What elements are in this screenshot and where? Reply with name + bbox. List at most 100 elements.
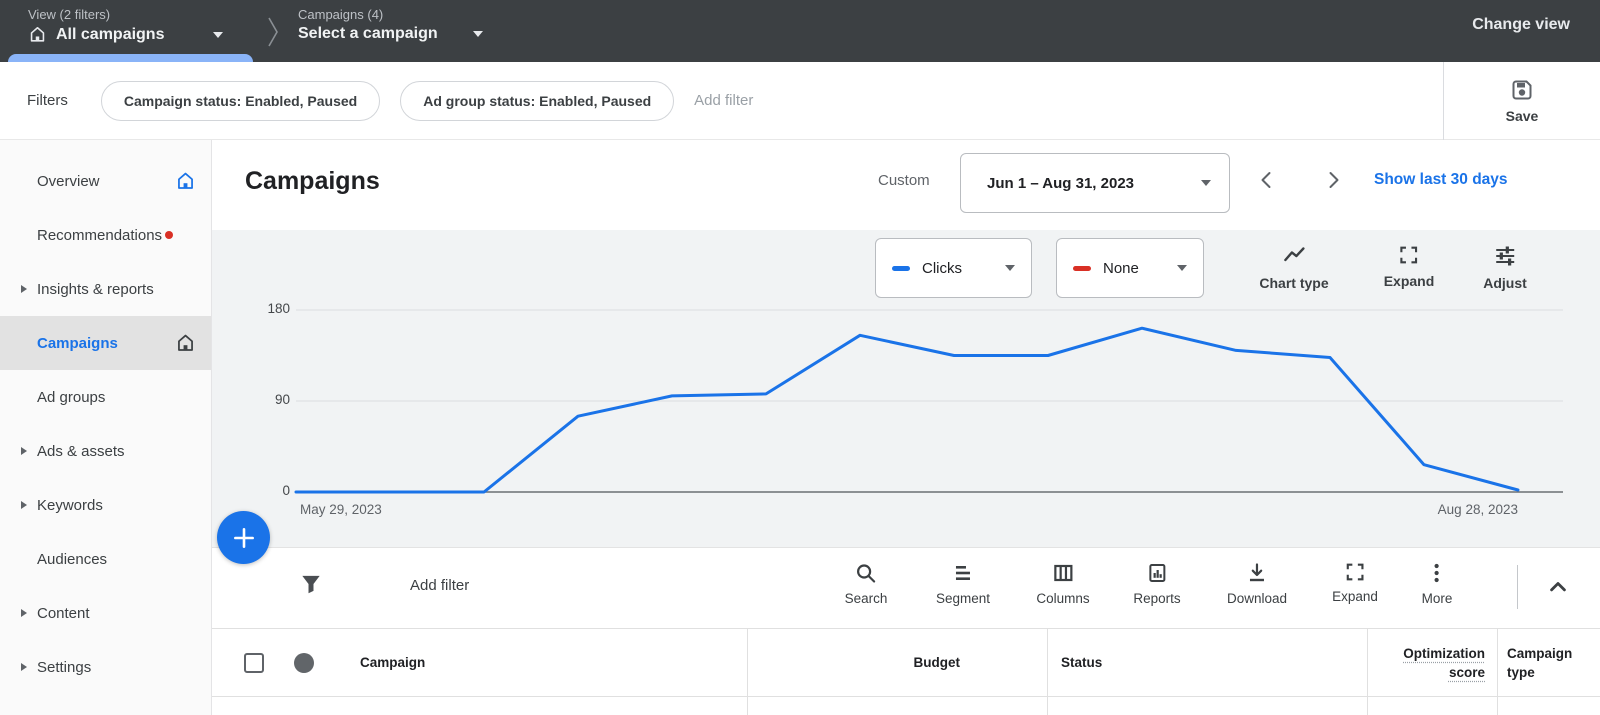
segment-button[interactable]: Segment xyxy=(936,561,990,606)
more-vertical-icon xyxy=(1425,561,1449,585)
sidebar-item-campaigns[interactable]: Campaigns xyxy=(0,316,211,370)
expand-arrow-icon xyxy=(21,285,27,293)
filter-bar: Filters Campaign status: Enabled, Paused… xyxy=(0,62,1600,140)
column-header-campaign[interactable]: Campaign xyxy=(360,655,425,670)
save-button-label: Save xyxy=(1506,108,1539,124)
column-divider xyxy=(747,629,748,696)
date-mode-label: Custom xyxy=(878,172,930,189)
campaign-selector-value: Select a campaign xyxy=(298,25,438,43)
add-filter-link[interactable]: Add filter xyxy=(694,92,753,109)
series-1-legend-dash xyxy=(892,266,910,271)
change-view-button[interactable]: Change view xyxy=(1472,16,1570,34)
more-label: More xyxy=(1422,591,1453,606)
column-divider xyxy=(1367,697,1368,715)
search-button[interactable]: Search xyxy=(845,561,888,606)
expand-label: Expand xyxy=(1332,589,1378,604)
column-header-campaign-type[interactable]: Campaign type xyxy=(1507,644,1593,682)
date-range-value: Jun 1 – Aug 31, 2023 xyxy=(987,175,1195,192)
columns-label: Columns xyxy=(1036,591,1089,606)
search-icon xyxy=(854,561,878,585)
table-header-row: Campaign Budget Status Optimization scor… xyxy=(212,628,1600,697)
series-1-selector[interactable]: Clicks xyxy=(875,238,1032,298)
sidebar-item-ad-groups[interactable]: Ad groups xyxy=(0,370,211,424)
active-view-indicator xyxy=(8,54,253,62)
show-last-30-days-link[interactable]: Show last 30 days xyxy=(1374,171,1508,189)
previous-period-button[interactable] xyxy=(1255,168,1279,192)
series-1-label: Clicks xyxy=(922,260,962,277)
column-divider xyxy=(1047,697,1048,715)
filters-label: Filters xyxy=(27,92,68,109)
performance-chart-section: 180 90 0 May 29, 2023 Aug 28, 2023 Click… xyxy=(212,230,1600,548)
chart-adjust-label: Adjust xyxy=(1483,275,1527,291)
column-header-optimization-score[interactable]: Optimization score xyxy=(1375,644,1485,682)
column-divider xyxy=(1047,629,1048,696)
adjust-sliders-icon xyxy=(1493,244,1517,268)
add-campaign-fab[interactable] xyxy=(217,511,270,564)
more-button[interactable]: More xyxy=(1422,561,1453,606)
chevron-down-icon xyxy=(1201,180,1211,186)
download-icon xyxy=(1245,561,1269,585)
view-switcher[interactable]: View (2 filters) All campaigns xyxy=(28,0,258,62)
download-label: Download xyxy=(1227,591,1287,606)
campaign-selector-label: Campaigns (4) xyxy=(298,7,528,22)
date-range-picker[interactable]: Jun 1 – Aug 31, 2023 xyxy=(960,153,1230,213)
table-add-filter[interactable]: Add filter xyxy=(410,577,469,594)
toolbar-divider xyxy=(1517,565,1518,609)
sidebar-item-label: Ads & assets xyxy=(37,443,125,460)
sidebar-item-settings[interactable]: Settings xyxy=(0,640,211,694)
home-icon xyxy=(28,25,47,44)
sidebar-item-label: Settings xyxy=(37,659,91,676)
page-header-row: Campaigns Custom Jun 1 – Aug 31, 2023 Sh… xyxy=(212,140,1600,230)
page-title: Campaigns xyxy=(245,167,380,196)
chevron-down-icon xyxy=(1177,265,1187,271)
expand-icon xyxy=(1344,561,1366,583)
sidebar-item-label: Audiences xyxy=(37,551,107,568)
series-2-selector[interactable]: None xyxy=(1056,238,1204,298)
sidebar-item-content[interactable]: Content xyxy=(0,586,211,640)
chart-adjust-button[interactable]: Adjust xyxy=(1483,244,1527,291)
collapse-chart-button[interactable] xyxy=(1544,573,1572,601)
columns-button[interactable]: Columns xyxy=(1036,561,1089,606)
next-period-button[interactable] xyxy=(1321,168,1345,192)
filter-chip-campaign-status[interactable]: Campaign status: Enabled, Paused xyxy=(101,81,380,121)
column-header-budget[interactable]: Budget xyxy=(747,655,960,670)
chart-type-button[interactable]: Chart type xyxy=(1259,244,1328,291)
column-divider xyxy=(1497,629,1498,696)
sidebar-item-label: Insights & reports xyxy=(37,281,154,298)
home-icon xyxy=(175,171,196,192)
save-button[interactable]: Save xyxy=(1506,78,1539,124)
filter-funnel-icon[interactable] xyxy=(298,571,324,597)
column-divider xyxy=(1367,629,1368,696)
column-header-status[interactable]: Status xyxy=(1061,655,1102,670)
sidebar-item-ads-assets[interactable]: Ads & assets xyxy=(0,424,211,478)
search-label: Search xyxy=(845,591,888,606)
table-row xyxy=(212,697,1600,715)
campaign-selector[interactable]: Campaigns (4) Select a campaign xyxy=(298,0,528,62)
sidebar-navigation: Overview Recommendations Insights & repo… xyxy=(0,140,212,715)
expand-icon xyxy=(1398,244,1420,266)
segment-label: Segment xyxy=(936,591,990,606)
select-all-checkbox[interactable] xyxy=(244,653,264,673)
expand-arrow-icon xyxy=(21,447,27,455)
column-divider xyxy=(1497,697,1498,715)
x-axis-start-label: May 29, 2023 xyxy=(300,502,382,517)
sidebar-item-insights-reports[interactable]: Insights & reports xyxy=(0,262,211,316)
sidebar-item-label: Keywords xyxy=(37,497,103,514)
filter-chip-ad-group-status[interactable]: Ad group status: Enabled, Paused xyxy=(400,81,674,121)
plus-icon xyxy=(231,525,257,551)
sidebar-item-label: Overview xyxy=(37,173,100,190)
sidebar-item-audiences[interactable]: Audiences xyxy=(0,532,211,586)
sidebar-item-keywords[interactable]: Keywords xyxy=(0,478,211,532)
save-region: Save xyxy=(1443,62,1600,140)
table-expand-button[interactable]: Expand xyxy=(1332,561,1378,604)
view-switcher-value: All campaigns xyxy=(56,26,164,44)
x-axis-end-label: Aug 28, 2023 xyxy=(1438,502,1518,517)
sidebar-item-overview[interactable]: Overview xyxy=(0,154,211,208)
chevron-down-icon xyxy=(213,32,223,38)
sidebar-item-label: Content xyxy=(37,605,90,622)
reports-button[interactable]: Reports xyxy=(1133,561,1180,606)
sidebar-item-recommendations[interactable]: Recommendations xyxy=(0,208,211,262)
view-switcher-label: View (2 filters) xyxy=(28,7,258,22)
download-button[interactable]: Download xyxy=(1227,561,1287,606)
chart-expand-button[interactable]: Expand xyxy=(1384,244,1435,289)
